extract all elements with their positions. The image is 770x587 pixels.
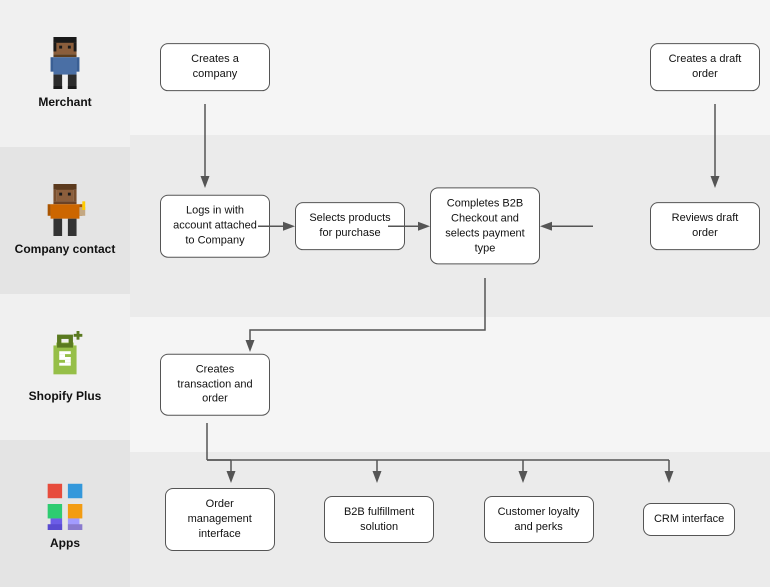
b2b-fulfillment-box: B2B fulfillment solution (324, 496, 434, 544)
merchant-row: Creates a company Creates a draft order (130, 0, 770, 135)
shopify-row: Creates transaction and order (130, 317, 770, 452)
apps-label: Apps (50, 536, 80, 550)
order-mgmt-box: Order management interface (165, 488, 275, 551)
flow-diagram: Creates a company Creates a draft order … (130, 0, 770, 587)
apps-icon (44, 478, 86, 530)
merchant-icon (44, 37, 86, 89)
creates-transaction-box: Creates transaction and order (160, 353, 270, 416)
company-contact-label: Company contact (15, 242, 116, 256)
logs-in-box: Logs in with account attached to Company (160, 195, 270, 258)
reviews-draft-box: Reviews draft order (650, 202, 760, 250)
shopify-plus-label: Shopify Plus (29, 389, 102, 403)
customer-loyalty-box: Customer loyalty and perks (484, 496, 594, 544)
company-contact-icon (44, 184, 86, 236)
crm-interface-box: CRM interface (643, 503, 735, 536)
selects-products-box: Selects products for purchase (295, 202, 405, 250)
actor-merchant: Merchant (0, 0, 130, 147)
merchant-label: Merchant (38, 95, 91, 109)
actor-company-contact: Company contact (0, 147, 130, 294)
contact-row: Logs in with account attached to Company… (130, 135, 770, 317)
completes-b2b-box: Completes B2B Checkout and selects payme… (430, 187, 540, 264)
actor-shopify-plus: Shopify Plus (0, 294, 130, 441)
actors-column: Merchant (0, 0, 130, 587)
shopify-plus-icon (44, 331, 86, 383)
actor-apps: Apps (0, 440, 130, 587)
diagram-container: Merchant (0, 0, 770, 587)
creates-company-box: Creates a company (160, 44, 270, 92)
creates-draft-order-box: Creates a draft order (650, 44, 760, 92)
apps-row: Order management interface B2B fulfillme… (130, 452, 770, 587)
